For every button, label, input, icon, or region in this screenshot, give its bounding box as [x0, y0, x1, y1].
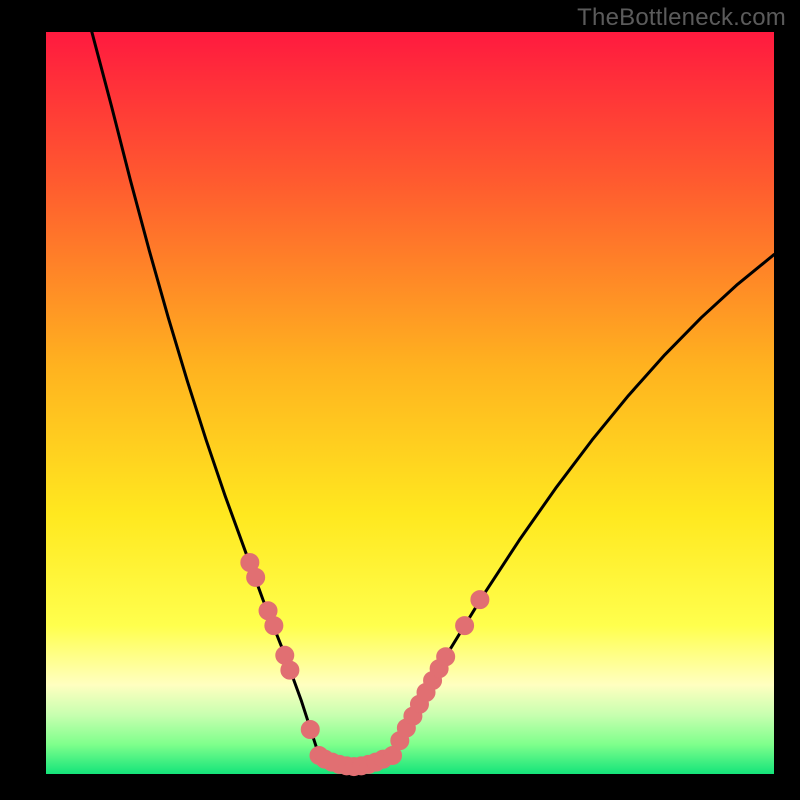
- gradient-background: [46, 32, 774, 774]
- data-marker: [437, 648, 455, 666]
- data-marker: [281, 661, 299, 679]
- bottleneck-chart: [0, 0, 800, 800]
- chart-frame: { "watermark": "TheBottleneck.com", "cha…: [0, 0, 800, 800]
- data-marker: [265, 617, 283, 635]
- data-marker: [247, 568, 265, 586]
- watermark-text: TheBottleneck.com: [577, 4, 786, 32]
- data-marker: [301, 720, 319, 738]
- data-marker: [471, 591, 489, 609]
- data-marker: [456, 617, 474, 635]
